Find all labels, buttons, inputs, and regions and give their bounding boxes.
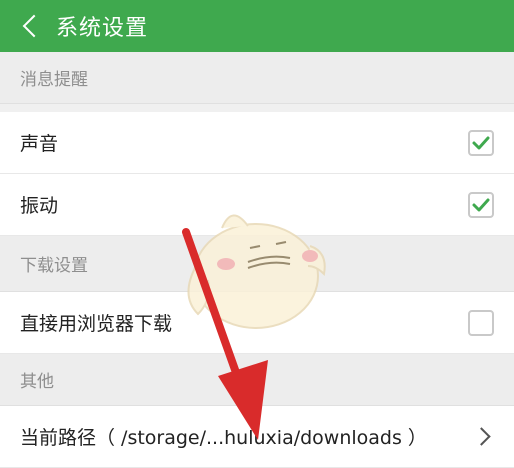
browser-download-setting-row[interactable]: 直接用浏览器下载: [0, 292, 514, 354]
check-icon: [472, 198, 490, 211]
back-arrow-icon[interactable]: [22, 14, 46, 38]
sound-label: 声音: [20, 133, 59, 155]
browser-download-checkbox[interactable]: [468, 309, 494, 336]
page-title: 系统设置: [56, 16, 149, 41]
download-path-row[interactable]: 当前路径（ /storage/...huluxia/downloads ）: [0, 406, 514, 468]
sound-checkbox[interactable]: [468, 129, 494, 156]
section-header-other: 其他: [0, 354, 514, 406]
sound-setting-row[interactable]: 声音: [0, 112, 514, 174]
vibration-setting-row[interactable]: 振动: [0, 174, 514, 236]
browser-download-label: 直接用浏览器下载: [20, 313, 173, 335]
vibration-checkbox[interactable]: [468, 191, 494, 218]
download-path-label: 当前路径（ /storage/...huluxia/downloads ）: [20, 427, 427, 449]
check-icon: [472, 136, 490, 149]
section-header-messages: 消息提醒: [0, 52, 514, 104]
vibration-label: 振动: [20, 195, 59, 217]
section-header-download: 下载设置: [0, 236, 514, 292]
title-bar: 系统设置: [0, 0, 514, 52]
